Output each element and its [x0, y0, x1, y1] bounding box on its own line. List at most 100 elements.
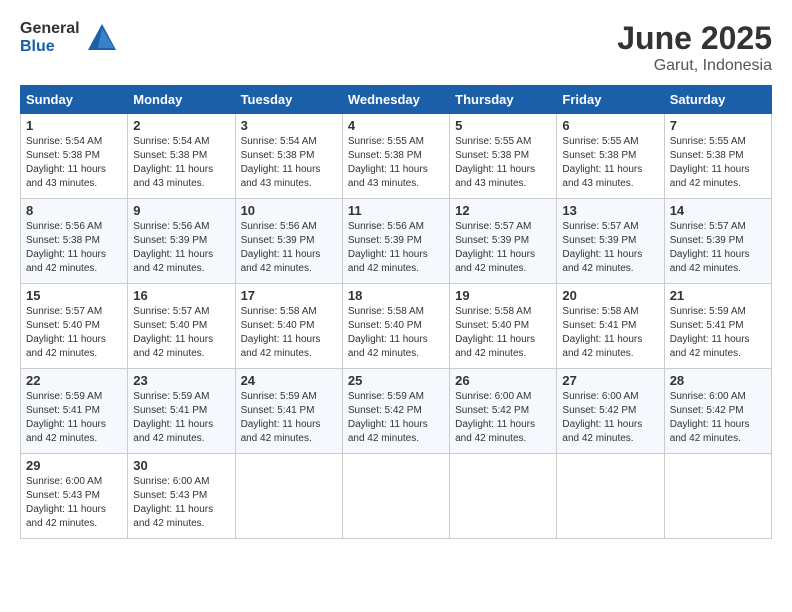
calendar-day-23: 23 Sunrise: 5:59 AMSunset: 5:41 PMDaylig…: [128, 369, 235, 454]
day-info: Sunrise: 5:57 AMSunset: 5:39 PMDaylight:…: [562, 221, 642, 274]
calendar-day-29: 29 Sunrise: 6:00 AMSunset: 5:43 PMDaylig…: [21, 454, 128, 539]
day-info: Sunrise: 5:57 AMSunset: 5:40 PMDaylight:…: [133, 306, 213, 359]
day-info: Sunrise: 6:00 AMSunset: 5:42 PMDaylight:…: [455, 391, 535, 444]
day-info: Sunrise: 5:54 AMSunset: 5:38 PMDaylight:…: [241, 136, 321, 189]
day-number: 25: [348, 373, 444, 388]
calendar-day-8: 8 Sunrise: 5:56 AMSunset: 5:38 PMDayligh…: [21, 199, 128, 284]
day-info: Sunrise: 6:00 AMSunset: 5:43 PMDaylight:…: [133, 476, 213, 529]
calendar-day-30: 30 Sunrise: 6:00 AMSunset: 5:43 PMDaylig…: [128, 454, 235, 539]
calendar-day-17: 17 Sunrise: 5:58 AMSunset: 5:40 PMDaylig…: [235, 284, 342, 369]
weekday-header-thursday: Thursday: [450, 86, 557, 114]
page-header: General Blue June 2025 Garut, Indonesia: [20, 20, 772, 75]
calendar-week-5: 29 Sunrise: 6:00 AMSunset: 5:43 PMDaylig…: [21, 454, 772, 539]
day-info: Sunrise: 5:59 AMSunset: 5:42 PMDaylight:…: [348, 391, 428, 444]
day-number: 20: [562, 288, 658, 303]
weekday-header-saturday: Saturday: [664, 86, 771, 114]
day-info: Sunrise: 5:56 AMSunset: 5:38 PMDaylight:…: [26, 221, 106, 274]
logo: General Blue: [20, 20, 120, 56]
day-info: Sunrise: 6:00 AMSunset: 5:42 PMDaylight:…: [670, 391, 750, 444]
calendar-day-15: 15 Sunrise: 5:57 AMSunset: 5:40 PMDaylig…: [21, 284, 128, 369]
day-info: Sunrise: 5:56 AMSunset: 5:39 PMDaylight:…: [133, 221, 213, 274]
calendar-week-4: 22 Sunrise: 5:59 AMSunset: 5:41 PMDaylig…: [21, 369, 772, 454]
calendar-day-21: 21 Sunrise: 5:59 AMSunset: 5:41 PMDaylig…: [664, 284, 771, 369]
day-info: Sunrise: 5:55 AMSunset: 5:38 PMDaylight:…: [562, 136, 642, 189]
day-info: Sunrise: 5:54 AMSunset: 5:38 PMDaylight:…: [133, 136, 213, 189]
day-info: Sunrise: 5:58 AMSunset: 5:40 PMDaylight:…: [455, 306, 535, 359]
calendar-empty-cell: [557, 454, 664, 539]
title-block: June 2025 Garut, Indonesia: [617, 20, 772, 75]
day-number: 10: [241, 203, 337, 218]
day-number: 22: [26, 373, 122, 388]
calendar-empty-cell: [235, 454, 342, 539]
calendar-day-13: 13 Sunrise: 5:57 AMSunset: 5:39 PMDaylig…: [557, 199, 664, 284]
day-info: Sunrise: 5:59 AMSunset: 5:41 PMDaylight:…: [241, 391, 321, 444]
day-info: Sunrise: 5:57 AMSunset: 5:40 PMDaylight:…: [26, 306, 106, 359]
day-number: 15: [26, 288, 122, 303]
day-info: Sunrise: 5:58 AMSunset: 5:40 PMDaylight:…: [348, 306, 428, 359]
calendar-day-5: 5 Sunrise: 5:55 AMSunset: 5:38 PMDayligh…: [450, 114, 557, 199]
day-number: 21: [670, 288, 766, 303]
day-number: 9: [133, 203, 229, 218]
day-info: Sunrise: 5:56 AMSunset: 5:39 PMDaylight:…: [348, 221, 428, 274]
day-number: 14: [670, 203, 766, 218]
day-number: 19: [455, 288, 551, 303]
day-number: 1: [26, 118, 122, 133]
day-number: 13: [562, 203, 658, 218]
month-title: June 2025: [617, 20, 772, 57]
calendar-week-2: 8 Sunrise: 5:56 AMSunset: 5:38 PMDayligh…: [21, 199, 772, 284]
calendar-day-27: 27 Sunrise: 6:00 AMSunset: 5:42 PMDaylig…: [557, 369, 664, 454]
day-number: 6: [562, 118, 658, 133]
calendar-day-1: 1 Sunrise: 5:54 AMSunset: 5:38 PMDayligh…: [21, 114, 128, 199]
calendar-day-18: 18 Sunrise: 5:58 AMSunset: 5:40 PMDaylig…: [342, 284, 449, 369]
logo-blue: Blue: [20, 38, 80, 56]
day-info: Sunrise: 5:55 AMSunset: 5:38 PMDaylight:…: [455, 136, 535, 189]
day-info: Sunrise: 6:00 AMSunset: 5:43 PMDaylight:…: [26, 476, 106, 529]
calendar-day-4: 4 Sunrise: 5:55 AMSunset: 5:38 PMDayligh…: [342, 114, 449, 199]
calendar-empty-cell: [342, 454, 449, 539]
day-number: 24: [241, 373, 337, 388]
day-info: Sunrise: 5:55 AMSunset: 5:38 PMDaylight:…: [670, 136, 750, 189]
day-number: 3: [241, 118, 337, 133]
day-number: 27: [562, 373, 658, 388]
day-number: 23: [133, 373, 229, 388]
calendar-day-6: 6 Sunrise: 5:55 AMSunset: 5:38 PMDayligh…: [557, 114, 664, 199]
day-number: 26: [455, 373, 551, 388]
calendar-day-26: 26 Sunrise: 6:00 AMSunset: 5:42 PMDaylig…: [450, 369, 557, 454]
calendar-week-1: 1 Sunrise: 5:54 AMSunset: 5:38 PMDayligh…: [21, 114, 772, 199]
calendar-day-20: 20 Sunrise: 5:58 AMSunset: 5:41 PMDaylig…: [557, 284, 664, 369]
day-info: Sunrise: 5:57 AMSunset: 5:39 PMDaylight:…: [670, 221, 750, 274]
calendar-day-9: 9 Sunrise: 5:56 AMSunset: 5:39 PMDayligh…: [128, 199, 235, 284]
day-number: 8: [26, 203, 122, 218]
day-number: 17: [241, 288, 337, 303]
logo-icon: [84, 20, 120, 56]
weekday-header-monday: Monday: [128, 86, 235, 114]
day-info: Sunrise: 5:56 AMSunset: 5:39 PMDaylight:…: [241, 221, 321, 274]
day-number: 28: [670, 373, 766, 388]
day-number: 16: [133, 288, 229, 303]
calendar-day-24: 24 Sunrise: 5:59 AMSunset: 5:41 PMDaylig…: [235, 369, 342, 454]
weekday-header-sunday: Sunday: [21, 86, 128, 114]
day-number: 2: [133, 118, 229, 133]
weekday-header-wednesday: Wednesday: [342, 86, 449, 114]
calendar-day-12: 12 Sunrise: 5:57 AMSunset: 5:39 PMDaylig…: [450, 199, 557, 284]
calendar-day-25: 25 Sunrise: 5:59 AMSunset: 5:42 PMDaylig…: [342, 369, 449, 454]
calendar-table: SundayMondayTuesdayWednesdayThursdayFrid…: [20, 85, 772, 539]
day-number: 11: [348, 203, 444, 218]
day-info: Sunrise: 5:59 AMSunset: 5:41 PMDaylight:…: [133, 391, 213, 444]
day-info: Sunrise: 5:58 AMSunset: 5:41 PMDaylight:…: [562, 306, 642, 359]
day-number: 18: [348, 288, 444, 303]
logo-general: General: [20, 20, 80, 38]
calendar-day-16: 16 Sunrise: 5:57 AMSunset: 5:40 PMDaylig…: [128, 284, 235, 369]
calendar-day-28: 28 Sunrise: 6:00 AMSunset: 5:42 PMDaylig…: [664, 369, 771, 454]
day-info: Sunrise: 5:57 AMSunset: 5:39 PMDaylight:…: [455, 221, 535, 274]
calendar-day-22: 22 Sunrise: 5:59 AMSunset: 5:41 PMDaylig…: [21, 369, 128, 454]
weekday-header-tuesday: Tuesday: [235, 86, 342, 114]
day-info: Sunrise: 5:55 AMSunset: 5:38 PMDaylight:…: [348, 136, 428, 189]
calendar-day-3: 3 Sunrise: 5:54 AMSunset: 5:38 PMDayligh…: [235, 114, 342, 199]
calendar-day-14: 14 Sunrise: 5:57 AMSunset: 5:39 PMDaylig…: [664, 199, 771, 284]
day-info: Sunrise: 5:59 AMSunset: 5:41 PMDaylight:…: [26, 391, 106, 444]
day-number: 7: [670, 118, 766, 133]
day-number: 30: [133, 458, 229, 473]
calendar-empty-cell: [664, 454, 771, 539]
day-info: Sunrise: 6:00 AMSunset: 5:42 PMDaylight:…: [562, 391, 642, 444]
